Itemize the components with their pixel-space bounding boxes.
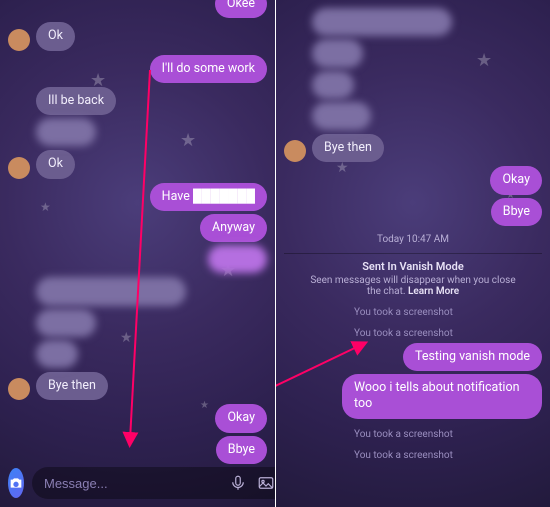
message-row: ██████st ██ ████ ██ — [8, 277, 267, 368]
message-bubble-in[interactable]: Ill be back — [36, 87, 116, 115]
message-bubble-redacted[interactable]: G███ — [208, 245, 267, 273]
message-row: Testing vanish mode Wooo i tells about n… — [284, 343, 542, 419]
message-row: Bye then — [284, 134, 542, 162]
avatar[interactable] — [8, 378, 30, 400]
message-row: Ok — [8, 22, 267, 50]
system-note: You took a screenshot — [284, 307, 542, 318]
camera-icon — [8, 475, 24, 491]
timestamp: Today 10:47 AM — [284, 234, 542, 245]
message-row: ████ ██████ ███ ██ ████ — [284, 8, 542, 130]
divider — [284, 253, 542, 254]
message-row: Okee — [8, 0, 267, 18]
message-row: Okay Bbye — [8, 404, 267, 464]
message-bubble-redacted[interactable]: ██████st ██ — [36, 277, 186, 305]
message-bubble-redacted[interactable]: ████ — [312, 102, 371, 130]
message-row: Okay Bbye — [284, 166, 542, 226]
message-bubble-redacted[interactable]: ████ — [36, 309, 96, 337]
vanish-title: Sent In Vanish Mode — [304, 260, 522, 273]
message-bubble-in[interactable]: Bye then — [36, 372, 108, 400]
camera-button[interactable] — [8, 468, 24, 498]
message-bubble-out[interactable]: Okay — [215, 404, 267, 432]
message-bubble-redacted[interactable]: ████ ██████ — [312, 8, 452, 36]
message-list: Okee Ok I'll do some work Ill be back ██… — [0, 0, 275, 465]
message-bubble-in[interactable]: Bye then — [312, 134, 384, 162]
composer — [0, 465, 275, 507]
image-icon[interactable] — [256, 473, 275, 493]
message-bubble-out[interactable]: Bbye — [491, 198, 542, 226]
message-bubble-out[interactable]: Have ███████ — [150, 183, 267, 211]
message-row: Ill be back ████ — [8, 87, 267, 147]
message-bubble-out[interactable]: Testing vanish mode — [403, 343, 542, 371]
message-bubble-redacted[interactable]: ██ — [36, 340, 78, 368]
message-bubble-redacted[interactable]: ██ — [312, 71, 354, 99]
message-bubble-redacted[interactable]: ███ — [312, 39, 363, 67]
message-bubble-in[interactable]: Ok — [36, 22, 75, 50]
avatar[interactable] — [8, 29, 30, 51]
chat-panel-right: ★ ★ ★ ████ ██████ ███ ██ ████ Bye then O… — [275, 0, 550, 507]
chat-panel-left: ★ ★ ★ ★ ★ ★ Okee Ok I'll do some work Il… — [0, 0, 275, 507]
msg-text: Have ███████ — [162, 189, 255, 204]
message-input-wrap — [32, 467, 275, 499]
system-note: You took a screenshot — [284, 328, 542, 339]
message-bubble-out[interactable]: Anyway — [200, 214, 267, 242]
message-bubble-out[interactable]: Wooo i tells about notification too — [342, 374, 542, 419]
message-bubble-out[interactable]: Bbye — [216, 436, 267, 464]
message-row: Ok — [8, 150, 267, 178]
vanish-mode-header: Sent In Vanish Mode Seen messages will d… — [284, 260, 542, 297]
message-row: I'll do some work — [8, 55, 267, 83]
message-bubble-in[interactable]: Ok — [36, 150, 75, 178]
message-row: Have ███████ Anyway G███ — [8, 183, 267, 274]
message-bubble-redacted[interactable]: ████ — [36, 118, 96, 146]
system-note: You took a screenshot — [284, 429, 542, 440]
avatar[interactable] — [8, 157, 30, 179]
system-note: You took a screenshot — [284, 450, 542, 461]
microphone-icon[interactable] — [228, 473, 248, 493]
avatar[interactable] — [284, 140, 306, 162]
message-list: ████ ██████ ███ ██ ████ Bye then Okay Bb… — [276, 0, 550, 507]
message-bubble-out[interactable]: Okee — [215, 0, 267, 18]
message-input[interactable] — [44, 476, 220, 491]
message-bubble-out[interactable]: I'll do some work — [150, 55, 267, 83]
message-row: Bye then — [8, 372, 267, 400]
learn-more-link[interactable]: Learn More — [408, 286, 459, 297]
message-bubble-out[interactable]: Okay — [490, 166, 542, 194]
